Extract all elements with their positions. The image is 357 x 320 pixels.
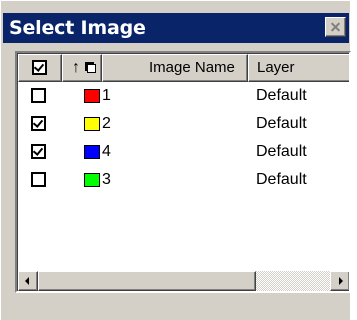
color-swatch [84,173,100,187]
header-sort-order[interactable]: ↑ [62,54,102,82]
scrollbar-track[interactable] [256,271,330,291]
scroll-right-button[interactable] [330,271,349,291]
checkbox-unchecked-icon[interactable] [31,172,46,187]
horizontal-scrollbar[interactable] [18,271,349,291]
select-image-window: Select Image ↑ Image Name Layer 1 Defaul… [0,0,351,320]
image-name: 3 [102,171,111,188]
image-name: 1 [102,87,111,104]
sort-up-arrow-icon: ↑ [72,59,80,76]
color-swatch [84,145,100,159]
image-layer: Default [256,171,307,188]
title-bar[interactable]: Select Image [3,13,349,43]
window-title: Select Image [9,17,146,39]
checkbox-checked-icon[interactable] [32,60,47,75]
header-check-all[interactable] [18,54,62,82]
list-header: ↑ Image Name Layer [18,54,349,82]
image-rows: 1 Default 2 Default 4 Default 3 Default [18,82,349,194]
header-image-name[interactable]: Image Name [102,54,248,82]
scroll-left-button[interactable] [18,271,38,291]
checkbox-checked-icon[interactable] [31,144,46,159]
image-layer: Default [256,143,307,160]
header-layer[interactable]: Layer [248,54,349,82]
list-item[interactable]: 1 Default [18,82,349,110]
checkbox-checked-icon[interactable] [31,116,46,131]
checkbox-unchecked-icon[interactable] [31,88,46,103]
color-swatch [84,89,100,103]
image-name: 4 [102,143,111,160]
list-item[interactable]: 3 Default [18,166,349,194]
sort-order-icon [85,62,96,73]
scrollbar-thumb[interactable] [38,271,256,291]
close-button[interactable] [325,17,346,37]
list-item[interactable]: 4 Default [18,138,349,166]
image-layer: Default [256,87,307,104]
image-layer: Default [256,115,307,132]
image-list: ↑ Image Name Layer 1 Default 2 Default 4… [15,51,351,293]
color-swatch [84,117,100,131]
image-name: 2 [102,115,111,132]
list-item[interactable]: 2 Default [18,110,349,138]
